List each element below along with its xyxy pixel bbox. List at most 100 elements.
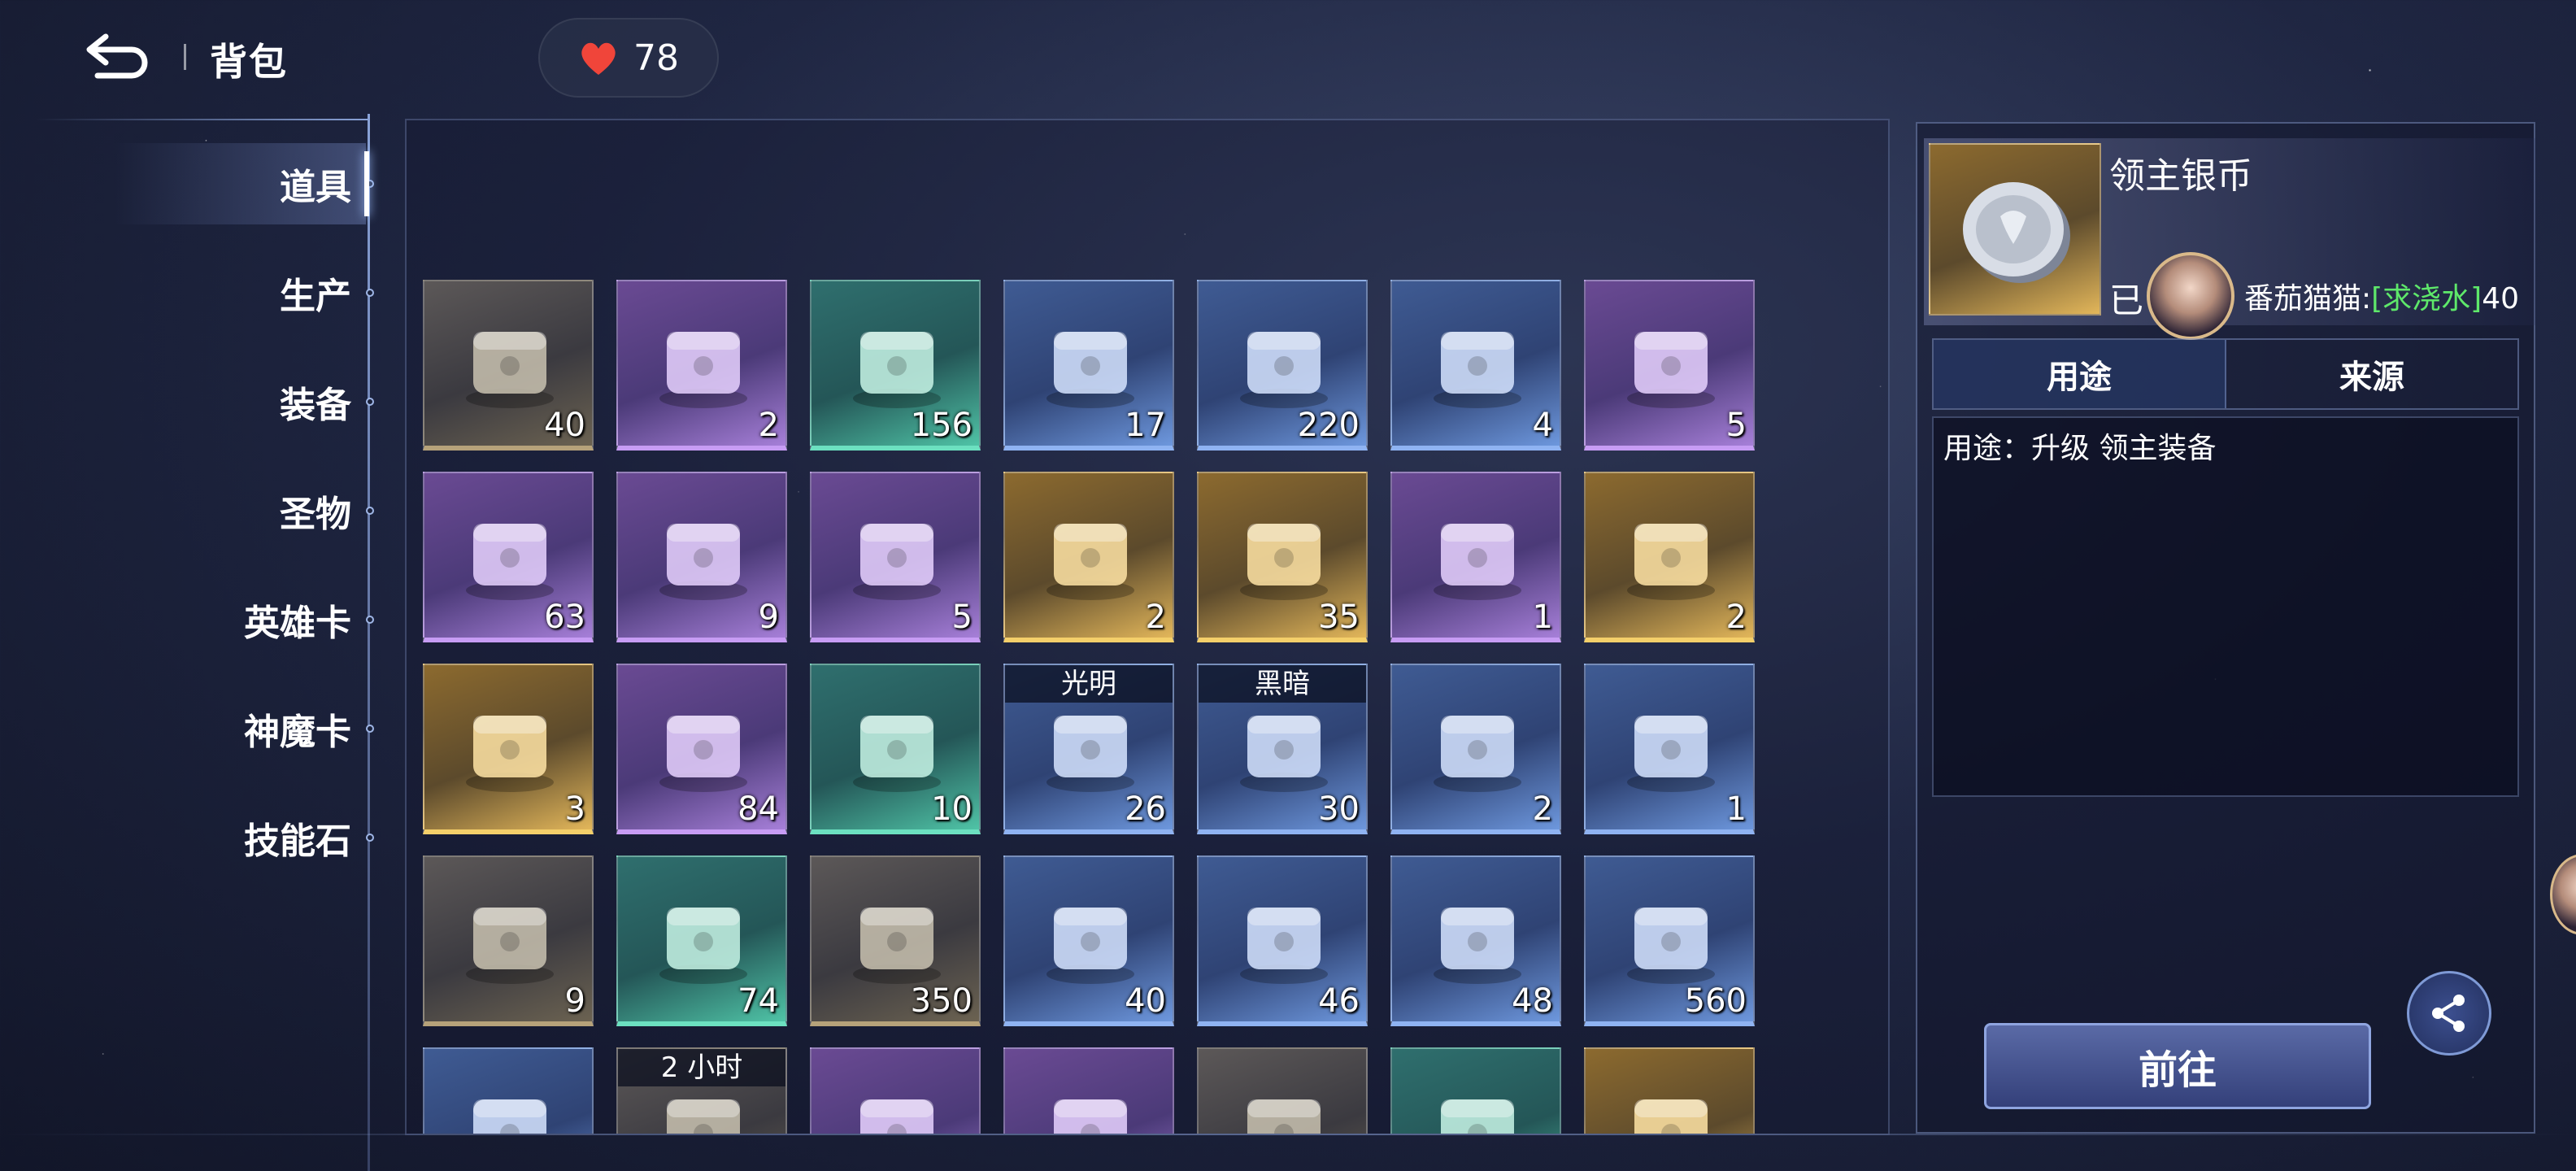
chest-stack-icon — [466, 908, 554, 984]
tab-source[interactable]: 来源 — [2226, 340, 2517, 408]
crystal-card-icon — [853, 716, 941, 792]
gold-crystal-icon — [853, 524, 941, 600]
inventory-item[interactable] — [1197, 1047, 1368, 1134]
chat-trailing: 40 — [2482, 282, 2520, 316]
inventory-item[interactable]: 2 — [1390, 664, 1561, 834]
item-tag: 2 小时 — [618, 1049, 785, 1086]
page-title: 背包 — [210, 40, 288, 84]
inventory-item[interactable]: 350 — [810, 855, 981, 1026]
paper-stack-icon — [1434, 908, 1521, 984]
inventory-item[interactable]: 光明 26 — [1003, 664, 1174, 834]
item-count: 35 — [1318, 599, 1360, 636]
blue-gem-icon — [1441, 1099, 1514, 1134]
back-button[interactable] — [78, 24, 159, 89]
inventory-item[interactable] — [810, 1047, 981, 1134]
inventory-item[interactable]: 40 — [423, 280, 594, 451]
chest-stack-icon — [853, 908, 941, 984]
tab-usage[interactable]: 用途 — [1934, 340, 2226, 408]
item-count: 84 — [738, 790, 779, 828]
chat-notification[interactable]: 番茄猫猫:[求浇水]40 — [2147, 252, 2521, 340]
item-name: 领主银币 — [2109, 155, 2252, 197]
inventory-item[interactable] — [1390, 1047, 1561, 1134]
inventory-item[interactable]: 156 — [810, 280, 981, 451]
item-count: 2 — [1145, 599, 1166, 636]
winged-emblem-icon — [659, 524, 747, 600]
inventory-item[interactable]: 黑暗 30 — [1197, 664, 1368, 834]
inventory-item[interactable]: 84 — [616, 664, 787, 834]
inventory-item[interactable]: 5 — [810, 472, 981, 642]
medkit-icon — [1627, 908, 1715, 984]
purple-gem-icon — [1054, 1099, 1127, 1134]
blue-gem-icon — [860, 1099, 933, 1134]
ruby-orb-icon — [466, 716, 554, 792]
inventory-item[interactable]: 4 — [1390, 280, 1561, 451]
inventory-item[interactable]: 46 — [1197, 855, 1368, 1026]
potion-icon — [659, 716, 747, 792]
inventory-item[interactable]: 74 — [616, 855, 787, 1026]
envelope-icon — [1240, 524, 1328, 600]
inventory-item[interactable]: 63 — [423, 472, 594, 642]
top-bar: 背包 78 — [0, 0, 2576, 114]
inventory-item[interactable]: 40 — [1003, 855, 1174, 1026]
inventory-item[interactable]: 10 — [810, 664, 981, 834]
hammer-icon — [1240, 908, 1328, 984]
item-count: 1 — [1532, 599, 1553, 636]
divider — [368, 114, 370, 1171]
usage-description-box: 用途：升级 领主装备 — [1932, 416, 2519, 797]
milk-bottle-icon — [1627, 332, 1715, 408]
inventory-item[interactable]: 1 — [1584, 664, 1755, 834]
chat-message: [求浇水] — [2371, 282, 2482, 316]
inventory-item[interactable]: 560 — [1584, 855, 1755, 1026]
item-count: 74 — [738, 982, 779, 1020]
inventory-item[interactable]: 17 — [1003, 280, 1174, 451]
inventory-item[interactable]: 35 — [1197, 472, 1368, 642]
open-chest-icon — [1434, 716, 1521, 792]
inventory-item[interactable]: 3 — [423, 664, 594, 834]
milk-bottle-icon — [1434, 332, 1521, 408]
inventory-item[interactable]: 2 小时 — [616, 1047, 787, 1134]
tab-deity-cards[interactable]: 神魔卡 — [114, 688, 374, 769]
tab-hero-cards[interactable]: 英雄卡 — [114, 579, 374, 660]
avatar — [2147, 252, 2234, 340]
title-separator — [184, 44, 186, 70]
treasure-chest-icon — [1434, 524, 1521, 600]
item-count: 156 — [910, 407, 973, 444]
tab-label: 英雄卡 — [244, 603, 351, 644]
inventory-item[interactable]: 5 — [1584, 280, 1755, 451]
inventory-item[interactable] — [423, 1047, 594, 1134]
tab-production[interactable]: 生产 — [114, 252, 374, 333]
silver-coin-icon — [1963, 182, 2070, 283]
avatar[interactable] — [2550, 854, 2576, 935]
open-chest-icon — [1627, 716, 1715, 792]
item-count: 2 — [1725, 599, 1747, 636]
tab-label: 道具 — [280, 167, 351, 208]
share-button[interactable] — [2407, 971, 2491, 1056]
gold-ticket-icon — [1634, 1099, 1708, 1134]
inventory-item[interactable]: 220 — [1197, 280, 1368, 451]
inventory-item[interactable]: 2 — [1584, 472, 1755, 642]
tab-label: 神魔卡 — [244, 712, 351, 753]
tab-relics[interactable]: 圣物 — [114, 470, 374, 551]
item-count: 2 — [758, 407, 779, 444]
detail-tabs: 用途 来源 — [1932, 338, 2519, 410]
tab-items[interactable]: 道具 — [114, 143, 374, 224]
item-count: 40 — [1125, 982, 1166, 1020]
inventory-item[interactable] — [1003, 1047, 1174, 1134]
tab-equipment[interactable]: 装备 — [114, 361, 374, 442]
inventory-item[interactable] — [1584, 1047, 1755, 1134]
stamina-counter[interactable]: 78 — [538, 18, 719, 98]
tab-label: 技能石 — [244, 821, 351, 862]
item-count: 48 — [1512, 982, 1553, 1020]
inventory-grid[interactable]: 40 2 156 17 220 4 5 63 9 5 2 35 1 2 3 84 10 光明 26 黑暗 30 2 1 9 74… — [405, 119, 1890, 1135]
chat-line: 番茄猫猫:[求浇水]40 — [2244, 275, 2519, 317]
go-button[interactable]: 前往 — [1984, 1023, 2371, 1109]
inventory-item[interactable]: 9 — [616, 472, 787, 642]
inventory-item[interactable]: 48 — [1390, 855, 1561, 1026]
inventory-item[interactable]: 1 — [1390, 472, 1561, 642]
inventory-item[interactable]: 2 — [1003, 472, 1174, 642]
inventory-item[interactable]: 2 — [616, 280, 787, 451]
tab-skill-stones[interactable]: 技能石 — [114, 797, 374, 878]
stamina-value: 78 — [633, 37, 679, 79]
item-count: 40 — [544, 407, 585, 444]
inventory-item[interactable]: 9 — [423, 855, 594, 1026]
